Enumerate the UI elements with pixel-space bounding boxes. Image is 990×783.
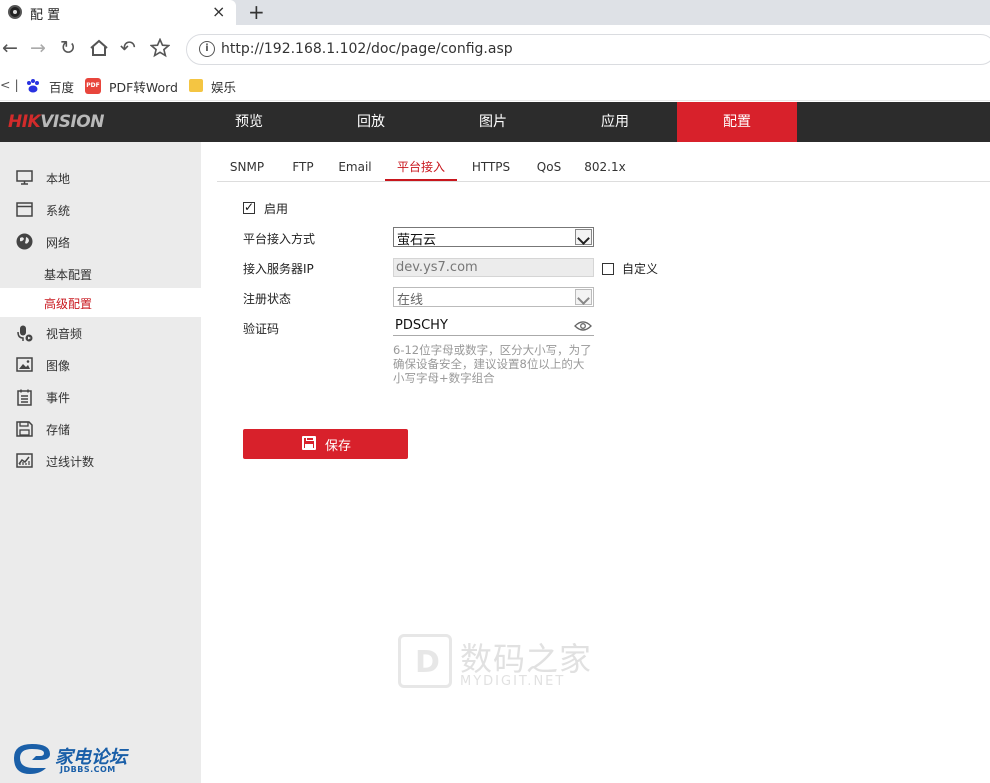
verification-code-hint: 6-12位字母或数字，区分大小写，为了确保设备安全，建议设置8位以上的大小写字母… bbox=[393, 343, 592, 385]
custom-label: 自定义 bbox=[622, 262, 659, 276]
chart-icon bbox=[16, 453, 33, 468]
browser-tab[interactable]: 配 置 × bbox=[0, 0, 236, 25]
nav-configuration[interactable]: 配置 bbox=[677, 102, 797, 142]
sidebar-item-storage[interactable]: 存储 bbox=[0, 413, 201, 445]
chevron-down-icon bbox=[575, 289, 592, 305]
sidebar-item-event[interactable]: 事件 bbox=[0, 381, 201, 413]
verification-code-input[interactable]: PDSCHY bbox=[393, 317, 594, 336]
save-icon bbox=[302, 436, 316, 450]
sidebar-item-video-audio[interactable]: 视音频 bbox=[0, 317, 201, 349]
sidebar-item-label: 系统 bbox=[46, 204, 71, 218]
sidebar-subitem-basic[interactable]: 基本配置 bbox=[0, 259, 201, 288]
undo-icon[interactable]: ↶ bbox=[120, 37, 136, 59]
app-header: HIKVISION 预览 回放 图片 应用 配置 bbox=[0, 102, 990, 142]
nav-picture[interactable]: 图片 bbox=[433, 102, 553, 142]
save-button-label: 保存 bbox=[325, 439, 352, 454]
home-icon[interactable] bbox=[89, 39, 109, 57]
new-tab-button[interactable]: + bbox=[248, 0, 265, 24]
browser-toolbar: ← → ↻ ↶ i http://192.168.1.102/doc/page/… bbox=[0, 25, 990, 73]
tab-ftp[interactable]: FTP bbox=[287, 152, 319, 181]
config-subtabs: SNMP FTP Email 平台接入 HTTPS QoS 802.1x bbox=[217, 152, 990, 182]
tab-https[interactable]: HTTPS bbox=[467, 152, 515, 181]
mic-icon bbox=[17, 325, 33, 342]
enable-label: 启用 bbox=[264, 202, 289, 216]
sidebar-item-label: 基本配置 bbox=[44, 268, 93, 282]
bookmark-baidu[interactable]: 百度 bbox=[49, 77, 74, 96]
sidebar-item-label: 本地 bbox=[46, 172, 71, 186]
platform-mode-value: 萤石云 bbox=[397, 233, 437, 248]
star-icon[interactable] bbox=[150, 38, 170, 58]
list-icon bbox=[17, 389, 32, 406]
baidu-paw-icon bbox=[27, 79, 39, 93]
tab-8021x[interactable]: 802.1x bbox=[583, 152, 627, 181]
sidebar-item-image[interactable]: 图像 bbox=[0, 349, 201, 381]
back-icon[interactable]: ← bbox=[2, 37, 18, 59]
sidebar: 本地 系统 网络 基本配置 高级配置 视音频 图像 事件 存储 过线计数 家电论… bbox=[0, 142, 201, 783]
sidebar-item-label: 高级配置 bbox=[44, 297, 93, 311]
watermark-subtext: MYDIGIT.NET bbox=[460, 674, 566, 689]
nav-playback[interactable]: 回放 bbox=[311, 102, 431, 142]
sidebar-item-label: 网络 bbox=[46, 236, 71, 250]
register-status-label: 注册状态 bbox=[243, 292, 292, 306]
server-ip-value: dev.ys7.com bbox=[396, 260, 478, 275]
nav-application[interactable]: 应用 bbox=[555, 102, 675, 142]
sidebar-item-system[interactable]: 系统 bbox=[0, 194, 201, 226]
jdbbs-watermark-logo: 家电论坛 JDBBS.COM bbox=[10, 740, 140, 778]
disk-icon bbox=[16, 421, 33, 437]
sidebar-subitem-advanced[interactable]: 高级配置 bbox=[0, 288, 201, 317]
bookmark-collapse[interactable]: < | bbox=[0, 77, 19, 92]
sidebar-item-line-crossing[interactable]: 过线计数 bbox=[0, 445, 201, 477]
image-icon bbox=[16, 357, 33, 372]
tab-title: 配 置 bbox=[30, 8, 61, 23]
custom-checkbox[interactable] bbox=[602, 263, 614, 275]
sidebar-item-local[interactable]: 本地 bbox=[0, 162, 201, 194]
server-ip-input[interactable]: dev.ys7.com bbox=[393, 258, 594, 277]
browser-tab-strip: 配 置 × + bbox=[0, 0, 990, 25]
forward-icon[interactable]: → bbox=[30, 37, 46, 59]
tab-qos[interactable]: QoS bbox=[532, 152, 566, 181]
chevron-down-icon[interactable] bbox=[575, 229, 592, 245]
sidebar-item-label: 存储 bbox=[46, 423, 71, 437]
info-icon[interactable]: i bbox=[199, 41, 215, 57]
bookmarks-bar: < | 百度 PDF PDF转Word 娱乐 bbox=[0, 73, 990, 101]
eye-icon[interactable] bbox=[574, 320, 592, 332]
server-ip-label: 接入服务器IP bbox=[243, 262, 314, 276]
sidebar-item-label: 事件 bbox=[46, 391, 71, 405]
tab-email[interactable]: Email bbox=[335, 152, 375, 181]
sidebar-item-label: 过线计数 bbox=[46, 455, 95, 469]
platform-mode-label: 平台接入方式 bbox=[243, 232, 316, 246]
tab-close-icon[interactable]: × bbox=[212, 2, 225, 21]
pdf-icon: PDF bbox=[85, 78, 101, 94]
window-icon bbox=[16, 202, 33, 217]
hikvision-logo: HIKVISION bbox=[8, 112, 104, 132]
sidebar-item-label: 图像 bbox=[46, 359, 71, 373]
jdbbs-logo-icon bbox=[14, 744, 50, 774]
bookmark-folder-entertainment[interactable]: 娱乐 bbox=[211, 77, 236, 96]
verification-code-label: 验证码 bbox=[243, 322, 280, 336]
verification-code-value: PDSCHY bbox=[395, 318, 448, 333]
mydigit-logo-icon bbox=[398, 634, 452, 688]
jdbbs-logo-subtext: JDBBS.COM bbox=[60, 765, 116, 774]
globe-icon bbox=[16, 233, 33, 250]
platform-mode-select[interactable]: 萤石云 bbox=[393, 227, 594, 248]
register-status-select: 在线 bbox=[393, 287, 594, 308]
monitor-icon bbox=[16, 170, 33, 185]
sidebar-item-label: 视音频 bbox=[46, 327, 83, 341]
tab-snmp[interactable]: SNMP bbox=[223, 152, 271, 181]
bookmark-pdf-to-word[interactable]: PDF转Word bbox=[109, 77, 178, 96]
sidebar-item-network[interactable]: 网络 bbox=[0, 226, 201, 258]
nav-preview[interactable]: 预览 bbox=[189, 102, 309, 142]
reload-icon[interactable]: ↻ bbox=[60, 37, 76, 59]
save-button[interactable]: 保存 bbox=[243, 429, 408, 459]
folder-icon bbox=[189, 79, 203, 92]
address-bar[interactable]: i http://192.168.1.102/doc/page/config.a… bbox=[186, 34, 990, 65]
address-url[interactable]: http://192.168.1.102/doc/page/config.asp bbox=[221, 41, 513, 57]
enable-checkbox[interactable] bbox=[243, 200, 255, 214]
tab-platform-access[interactable]: 平台接入 bbox=[385, 152, 457, 181]
register-status-value: 在线 bbox=[397, 293, 424, 308]
camera-favicon-icon bbox=[8, 5, 22, 19]
mydigit-watermark: 数码之家 MYDIGIT.NET bbox=[398, 634, 598, 690]
